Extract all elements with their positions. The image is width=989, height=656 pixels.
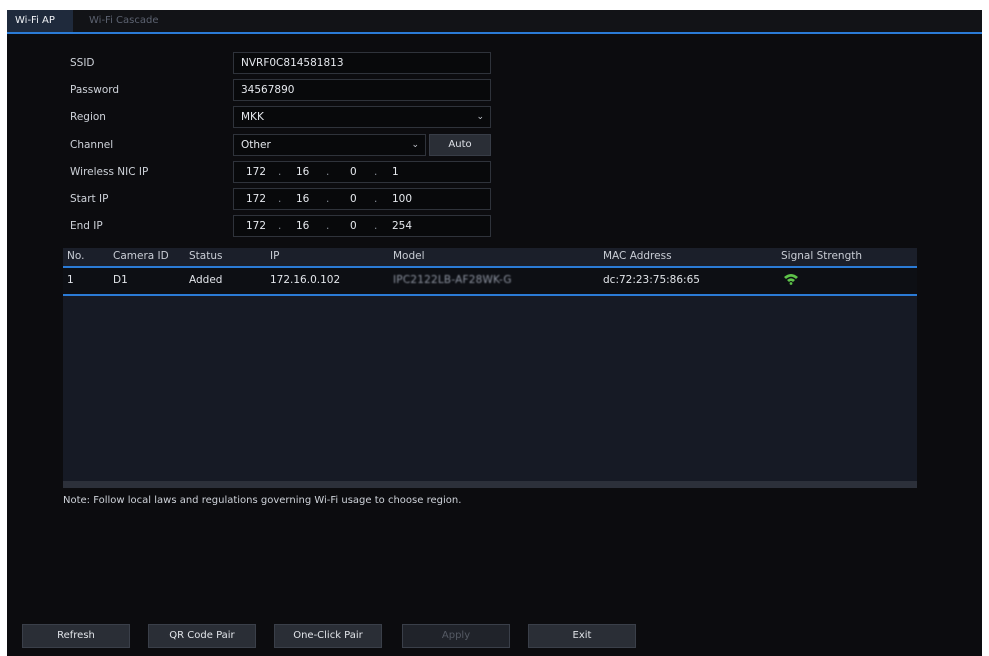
camera-table: No. Camera ID Status IP Model MAC Addres… <box>63 248 917 488</box>
chevron-down-icon: ⌄ <box>476 112 484 122</box>
password-input[interactable]: 34567890 <box>233 79 491 101</box>
column-header-signal-strength[interactable]: Signal Strength <box>781 250 862 262</box>
ip-separator: . <box>278 220 282 232</box>
table-row[interactable]: 1 D1 Added 172.16.0.102 IPC2122LB-AF28WK… <box>63 268 917 296</box>
start-ip-input[interactable]: 172 . 16 . 0 . 100 <box>233 188 491 210</box>
cell-ip: 172.16.0.102 <box>270 274 341 286</box>
cell-mac-address: dc:72:23:75:86:65 <box>603 274 700 286</box>
ssid-label: SSID <box>70 57 95 69</box>
wireless-nic-ip-label: Wireless NIC IP <box>70 166 149 178</box>
wireless-nic-ip-input[interactable]: 172 . 16 . 0 . 1 <box>233 161 491 183</box>
cell-status: Added <box>189 274 223 286</box>
region-note: Note: Follow local laws and regulations … <box>63 495 462 506</box>
password-label: Password <box>70 84 120 96</box>
end-ip-label: End IP <box>70 220 103 232</box>
start-ip-label: Start IP <box>70 193 109 205</box>
region-select[interactable]: MKK ⌄ <box>233 106 491 128</box>
ip-octet[interactable]: 0 <box>350 162 357 182</box>
ip-separator: . <box>374 193 378 205</box>
ip-octet[interactable]: 100 <box>392 189 412 209</box>
tab-bar: Wi-Fi AP Wi-Fi Cascade <box>7 10 982 34</box>
ip-separator: . <box>278 193 282 205</box>
column-header-model[interactable]: Model <box>393 250 425 262</box>
one-click-pair-button[interactable]: One-Click Pair <box>274 624 382 648</box>
table-header: No. Camera ID Status IP Model MAC Addres… <box>63 248 917 268</box>
region-label: Region <box>70 111 106 123</box>
column-header-status[interactable]: Status <box>189 250 222 262</box>
channel-select[interactable]: Other ⌄ <box>233 134 426 156</box>
tab-wifi-cascade[interactable]: Wi-Fi Cascade <box>81 10 166 32</box>
tab-wifi-ap[interactable]: Wi-Fi AP <box>7 10 73 32</box>
refresh-button[interactable]: Refresh <box>22 624 130 648</box>
ip-separator: . <box>374 166 378 178</box>
channel-value: Other <box>241 139 271 151</box>
ip-octet[interactable]: 16 <box>296 189 309 209</box>
apply-button[interactable]: Apply <box>402 624 510 648</box>
exit-button[interactable]: Exit <box>528 624 636 648</box>
region-value: MKK <box>241 111 264 123</box>
ip-octet[interactable]: 172 <box>246 162 266 182</box>
channel-label: Channel <box>70 139 114 151</box>
wifi-settings-window: Wi-Fi AP Wi-Fi Cascade SSID NVRF0C814581… <box>7 10 982 656</box>
ip-octet[interactable]: 0 <box>350 216 357 236</box>
ip-separator: . <box>374 220 378 232</box>
horizontal-scrollbar[interactable] <box>63 481 917 488</box>
column-header-mac-address[interactable]: MAC Address <box>603 250 672 262</box>
column-header-camera-id[interactable]: Camera ID <box>113 250 169 262</box>
ip-separator: . <box>326 193 330 205</box>
chevron-down-icon: ⌄ <box>411 140 419 150</box>
cell-no: 1 <box>67 274 74 286</box>
cell-model: IPC2122LB-AF28WK-G <box>393 274 512 286</box>
auto-channel-button[interactable]: Auto <box>429 134 491 156</box>
ip-separator: . <box>326 166 330 178</box>
end-ip-input[interactable]: 172 . 16 . 0 . 254 <box>233 215 491 237</box>
ip-separator: . <box>278 166 282 178</box>
qr-code-pair-button[interactable]: QR Code Pair <box>148 624 256 648</box>
ssid-input[interactable]: NVRF0C814581813 <box>233 52 491 74</box>
column-header-no[interactable]: No. <box>67 250 84 262</box>
ip-octet[interactable]: 16 <box>296 162 309 182</box>
ip-octet[interactable]: 1 <box>392 162 399 182</box>
ip-octet[interactable]: 254 <box>392 216 412 236</box>
ip-octet[interactable]: 172 <box>246 216 266 236</box>
cell-camera-id: D1 <box>113 274 128 286</box>
ip-octet[interactable]: 0 <box>350 189 357 209</box>
ip-separator: . <box>326 220 330 232</box>
wifi-signal-icon <box>783 273 799 288</box>
ip-octet[interactable]: 172 <box>246 189 266 209</box>
column-header-ip[interactable]: IP <box>270 250 279 262</box>
ip-octet[interactable]: 16 <box>296 216 309 236</box>
